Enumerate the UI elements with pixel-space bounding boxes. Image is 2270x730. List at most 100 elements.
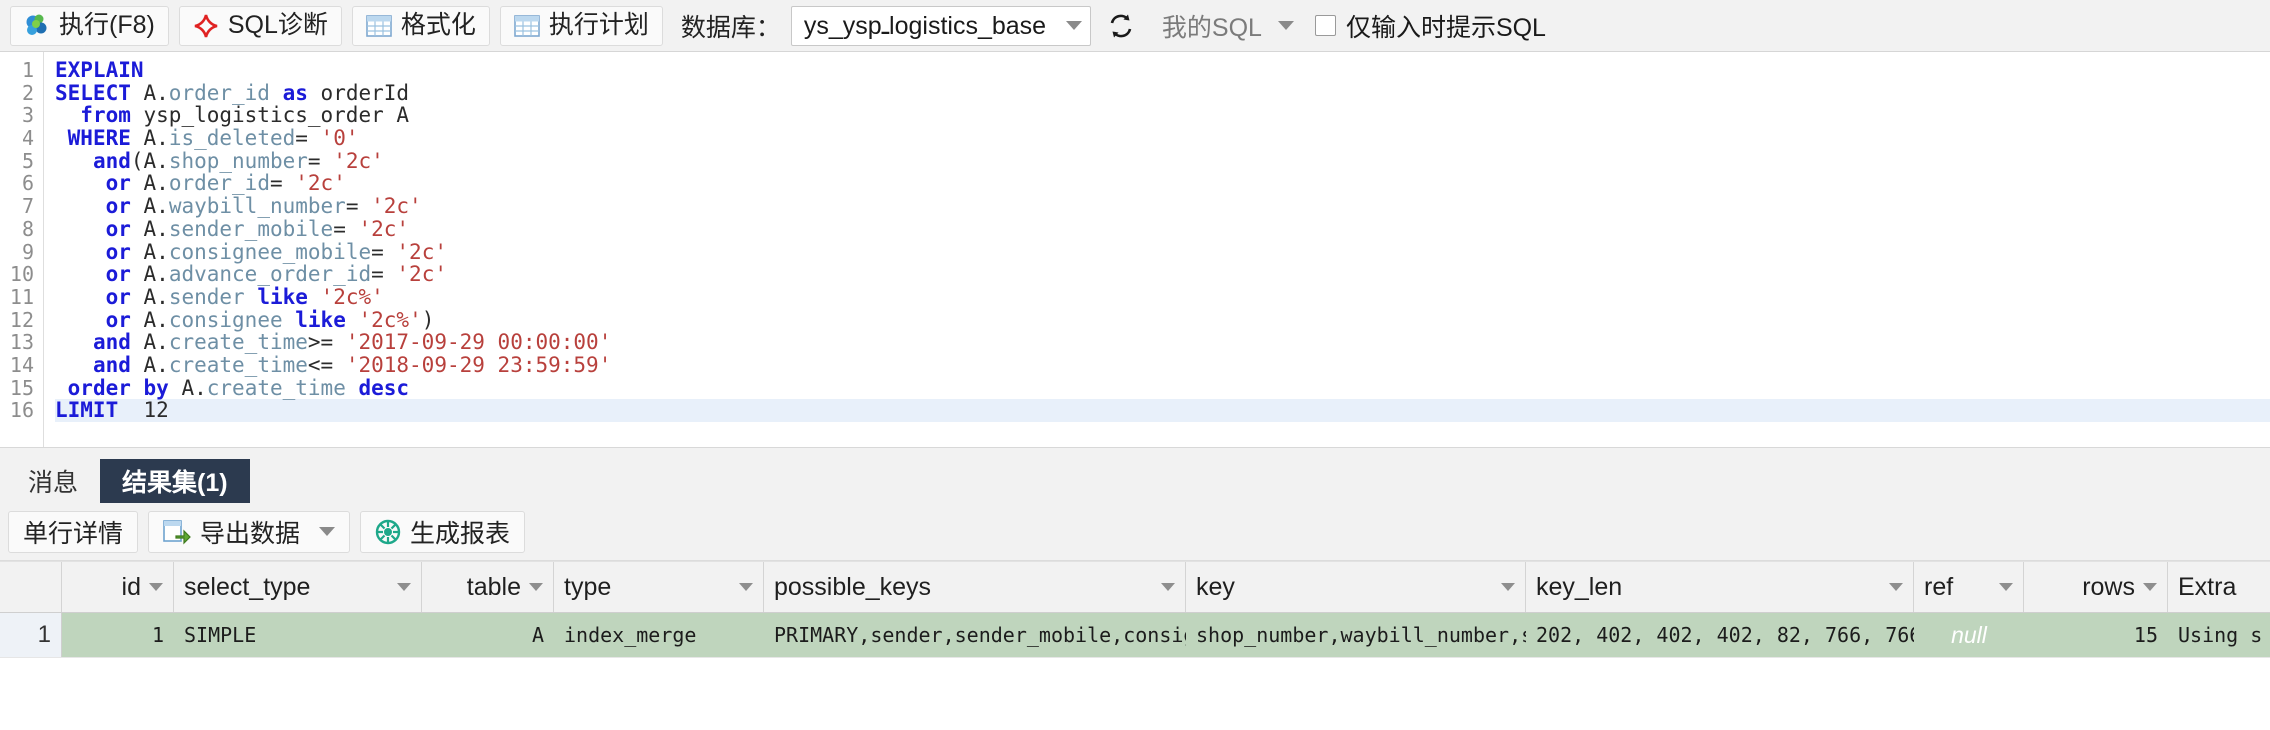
- cell-id[interactable]: 1: [62, 613, 174, 657]
- editor-line[interactable]: or A.order_id= '2c': [55, 172, 2270, 195]
- column-filter-icon[interactable]: [1161, 583, 1175, 591]
- code-token-pln: ): [421, 307, 435, 332]
- column-filter-icon[interactable]: [149, 583, 163, 591]
- code-token-pln: [55, 103, 80, 127]
- editor-line-number: 6: [21, 171, 34, 196]
- editor-line-number: 1: [21, 58, 34, 82]
- refresh-button[interactable]: [1101, 7, 1141, 45]
- database-label: 数据库：: [680, 13, 781, 42]
- column-header-select_type[interactable]: select_type: [174, 562, 422, 612]
- column-filter-icon[interactable]: [1889, 583, 1903, 591]
- column-header-id[interactable]: id: [62, 562, 174, 612]
- column-filter-icon[interactable]: [1501, 583, 1515, 591]
- sql-editor[interactable]: 1 2 3 4 5 6 7 8 9 10 11 12 13 14 15 16 EXPLAIN SELECT A.…: [0, 52, 2270, 447]
- column-header-key[interactable]: key: [1186, 562, 1526, 612]
- row-detail-button[interactable]: 单行详情: [8, 510, 139, 553]
- prompt-sql-checkbox[interactable]: [1314, 15, 1336, 36]
- cell-possible_keys[interactable]: PRIMARY,sender,sender_mobile,consignee: [764, 613, 1186, 657]
- execute-button[interactable]: 执行(F8): [10, 5, 169, 46]
- code-token-pln: =: [307, 148, 334, 173]
- editor-line[interactable]: or A.consignee like '2c%'): [55, 307, 2270, 332]
- cell-Extra[interactable]: Using s: [2168, 613, 2270, 657]
- column-filter-icon[interactable]: [397, 583, 411, 591]
- result-tabs-bar: 消息 结果集(1): [0, 447, 2270, 503]
- column-filter-icon[interactable]: [739, 583, 753, 591]
- editor-line[interactable]: and A.create_time>= '2017-09-29 00:00:00…: [55, 331, 2270, 354]
- explain-plan-button[interactable]: 执行计划: [499, 5, 663, 46]
- column-header-rows[interactable]: rows: [2024, 562, 2168, 612]
- column-filter-icon[interactable]: [529, 583, 543, 591]
- editor-line[interactable]: order by A.create_time desc: [55, 375, 2270, 400]
- format-button[interactable]: 格式化: [351, 5, 490, 46]
- code-token-pln: A.: [130, 194, 169, 219]
- column-filter-icon[interactable]: [1999, 583, 2013, 591]
- code-token-col: consignee: [168, 307, 283, 332]
- code-token-pln: >=: [307, 330, 346, 355]
- code-token-kw: and: [92, 352, 131, 377]
- diagnose-icon: [193, 13, 219, 39]
- format-grid-icon: [366, 14, 392, 37]
- column-header-possible_keys[interactable]: possible_keys: [764, 562, 1186, 612]
- cell-rowhdr[interactable]: 1: [0, 613, 62, 657]
- code-token-pln: [55, 240, 106, 264]
- editor-line[interactable]: and(A.shop_number= '2c': [55, 148, 2270, 173]
- export-data-button[interactable]: 导出数据: [148, 510, 351, 553]
- code-token-col: create_time: [206, 375, 346, 400]
- editor-line[interactable]: from ysp_logistics_order A: [55, 104, 2270, 127]
- result-tab-0[interactable]: 消息: [6, 459, 100, 503]
- generate-report-button[interactable]: 生成报表: [360, 510, 526, 553]
- column-header-label: id: [121, 572, 141, 601]
- column-header-label: rows: [2082, 572, 2135, 601]
- editor-line[interactable]: or A.sender like '2c%': [55, 286, 2270, 309]
- column-header-table[interactable]: table: [422, 562, 554, 612]
- editor-line[interactable]: or A.waybill_number= '2c': [55, 195, 2270, 218]
- column-header-key_len[interactable]: key_len: [1526, 562, 1914, 612]
- generate-report-button-label: 生成报表: [410, 519, 511, 548]
- editor-line[interactable]: WHERE A.is_deleted= '0': [55, 127, 2270, 150]
- cell-ref[interactable]: null: [1914, 613, 2024, 657]
- column-header-label: key: [1196, 572, 1235, 601]
- code-token-pln: (A.: [130, 148, 169, 173]
- code-token-kw: as: [282, 80, 308, 105]
- editor-line[interactable]: and A.create_time<= '2018-09-29 23:59:59…: [55, 354, 2270, 377]
- code-token-kw: EXPLAIN: [55, 58, 144, 82]
- table-row[interactable]: 1 1 SIMPLE Aindex_merge PRIMARY,sender,sende…: [0, 613, 2270, 657]
- code-token-pln: =: [333, 216, 359, 241]
- code-token-pln: [55, 171, 106, 195]
- cell-key[interactable]: shop_number,waybill_number,ser: [1186, 613, 1526, 657]
- code-token-kw: SELECT: [55, 80, 131, 105]
- editor-line[interactable]: EXPLAIN: [55, 59, 2270, 82]
- cell-select_type[interactable]: SIMPLE: [174, 613, 422, 657]
- code-token-pln: A.: [130, 262, 169, 287]
- editor-line-number: 14: [9, 352, 34, 377]
- editor-line-number: 11: [9, 284, 34, 309]
- column-header-ref[interactable]: ref: [1914, 562, 2024, 612]
- editor-line[interactable]: LIMIT 12: [55, 399, 2270, 422]
- column-header-Extra[interactable]: Extra: [2168, 562, 2270, 612]
- cell-type[interactable]: index_merge: [554, 613, 764, 657]
- code-token-pln: [346, 376, 359, 400]
- column-filter-icon[interactable]: [2143, 583, 2157, 591]
- sql-diagnose-button-label: SQL诊断: [227, 11, 328, 39]
- editor-line[interactable]: or A.sender_mobile= '2c': [55, 216, 2270, 241]
- database-select[interactable]: ys_yspـlogistics_base: [790, 5, 1091, 46]
- cell-rows[interactable]: 15: [2024, 613, 2168, 657]
- code-token-pln: orderId: [307, 80, 410, 105]
- cell-table[interactable]: A: [422, 613, 554, 657]
- editor-code-area[interactable]: EXPLAIN SELECT A.order_id as orderId from…: [45, 52, 2270, 447]
- result-tab-1[interactable]: 结果集(1): [100, 459, 250, 503]
- code-token-pln: [346, 308, 359, 332]
- sql-diagnose-button[interactable]: SQL诊断: [178, 5, 342, 46]
- code-token-kw: like: [295, 307, 346, 332]
- prompt-sql-checkbox-group[interactable]: 仅输入时提示SQL: [1314, 8, 1546, 44]
- chevron-down-icon: [1065, 21, 1082, 30]
- cell-key_len[interactable]: 202, 402, 402, 402, 82, 766, 766, 8: [1526, 613, 1914, 657]
- editor-line[interactable]: SELECT A.order_id as orderId: [55, 80, 2270, 105]
- editor-line[interactable]: or A.advance_order_id= '2c': [55, 263, 2270, 286]
- chevron-down-icon[interactable]: [319, 527, 336, 536]
- editor-line-number: 9: [21, 239, 34, 264]
- column-header-rowhdr[interactable]: [0, 562, 62, 612]
- my-sql-button[interactable]: 我的SQL: [1150, 5, 1305, 46]
- column-header-type[interactable]: type: [554, 562, 764, 612]
- editor-line[interactable]: or A.consignee_mobile= '2c': [55, 240, 2270, 264]
